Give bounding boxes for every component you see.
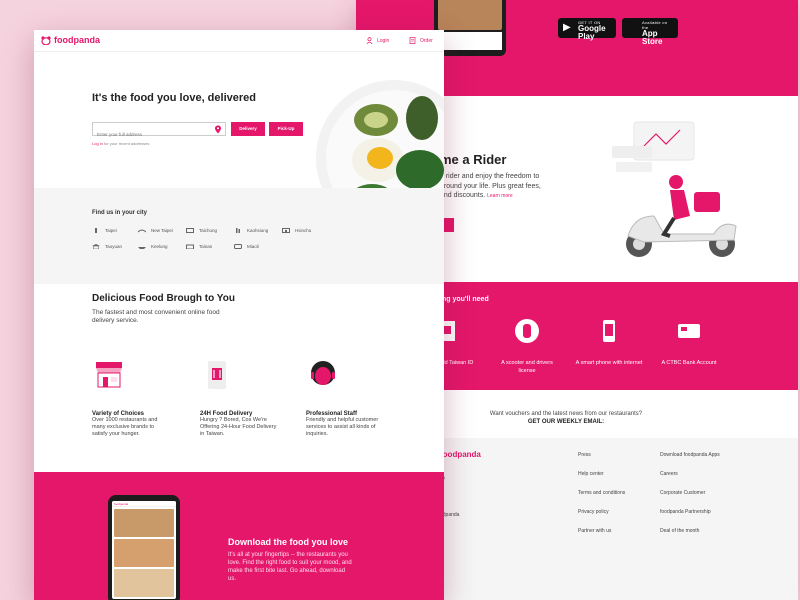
temple-icon (92, 244, 100, 249)
city-section: Find us in your city Taipei New Taipei T… (34, 188, 444, 284)
front-page: foodpanda Login Order It's the food you … (34, 30, 444, 600)
gate-icon (282, 228, 290, 233)
google-play-button[interactable]: ▶ GET IT ON Google Play (558, 18, 616, 41)
smartphone-icon (603, 320, 615, 342)
hero-title: It's the food you love, delivered (92, 92, 256, 104)
app-store-button[interactable]: Available on the App Store (622, 18, 678, 46)
footer-link-privacy[interactable]: Privacy policy (578, 509, 609, 515)
building-icon (186, 228, 194, 233)
user-icon (366, 37, 373, 44)
features-title: Delicious Food Brough to You (92, 293, 235, 304)
city-link-hsinchu[interactable]: Hsinchu (282, 228, 311, 233)
feature-variety: Variety of Choices Over 1000 restaurants… (92, 358, 170, 438)
phone-mockup: foodpanda (108, 495, 180, 600)
hero-section: It's the food you love, delivered Delive… (34, 52, 444, 236)
footer-link-partnership[interactable]: foodpanda Partnership (660, 509, 711, 515)
top-nav: foodpanda Login Order (34, 30, 444, 52)
staff-icon (311, 361, 335, 385)
food-bag-icon (208, 361, 226, 389)
storefront-icon (96, 362, 122, 388)
google-play-icon: ▶ (563, 22, 571, 33)
city-title: Find us in your city (92, 210, 148, 216)
learn-more-link[interactable]: Learn more (487, 193, 513, 199)
feature-staff: Professional Staff Friendly and helpful … (306, 358, 384, 438)
foodpanda-logo[interactable]: foodpanda (41, 35, 100, 45)
city-link-keelung[interactable]: Keelung (138, 244, 168, 249)
need-item-scooter: A scooter and drivers license (492, 318, 562, 375)
city-link-new-taipei[interactable]: New Taipei (138, 228, 173, 233)
phone-food-image (114, 539, 174, 567)
login-note-link[interactable]: Log in (92, 141, 103, 146)
login-button[interactable]: Login (366, 37, 389, 44)
download-section: foodpanda Download the food you love It'… (34, 472, 444, 600)
harbor-icon (138, 247, 146, 249)
fort-icon (186, 244, 194, 249)
scooter-icon (515, 319, 539, 343)
phone-food-image (438, 0, 502, 30)
need-item-bank: A CTBC Bank Account (654, 318, 724, 367)
footer-link-corporate[interactable]: Corporate Customer (660, 490, 705, 496)
city-link-taichung[interactable]: Taichung (186, 228, 217, 233)
order-button[interactable]: Order (409, 37, 433, 44)
tower-icon (236, 228, 240, 233)
bank-card-icon (678, 324, 700, 338)
rider-title: me a Rider (440, 152, 507, 167)
city-link-tainan[interactable]: Tainan (186, 244, 212, 249)
phone-food-image (114, 569, 174, 597)
panda-icon (41, 35, 51, 45)
city-link-miaoli[interactable]: Miaoli (234, 244, 259, 249)
footer-link-deal[interactable]: Deal of the month (660, 528, 699, 534)
address-input[interactable] (93, 128, 211, 141)
footer-link-press[interactable]: Press (578, 452, 591, 458)
pickup-button[interactable]: Pick-Up (269, 122, 303, 136)
footer-link-partner[interactable]: Partner with us (578, 528, 611, 534)
download-desc: It's all at your fingertips -- the resta… (228, 552, 352, 582)
need-item-phone: A smart phone with internet (574, 318, 644, 367)
rider-desc: a rider and enjoy the freedom to around … (440, 173, 541, 199)
rider-scooter-illustration (612, 121, 737, 257)
city-link-taoyuan[interactable]: Taoyuan (92, 244, 122, 249)
footer-link-apps[interactable]: Download foodpanda Apps (660, 452, 720, 458)
landmark-icon (234, 244, 242, 249)
phone-food-image (114, 509, 174, 537)
feature-24h: 24H Food Delivery Hungry ? Bored, Cos We… (200, 358, 278, 438)
footer-link-help[interactable]: Help center (578, 471, 604, 477)
footer-link-careers[interactable]: Careers (660, 471, 678, 477)
phone-mockup (434, 0, 506, 56)
location-pin-icon[interactable] (214, 125, 222, 134)
features-section: Delicious Food Brough to You The fastest… (34, 284, 444, 472)
address-field[interactable] (92, 122, 226, 141)
login-note: Log in for your recent addresses (92, 141, 150, 146)
city-link-taipei[interactable]: Taipei (92, 228, 117, 233)
taipei-101-icon (95, 228, 97, 233)
delivery-button[interactable]: Delivery (231, 122, 265, 136)
footer-brand: foodpanda (440, 450, 481, 459)
receipt-icon (409, 37, 416, 44)
download-title: Download the food you love (228, 537, 348, 547)
city-link-kaohsiung[interactable]: Kaohsiung (234, 228, 268, 233)
bridge-icon (138, 229, 146, 233)
footer-link-terms[interactable]: Terms and conditions (578, 490, 625, 496)
features-subtitle: The fastest and most convenient online f… (92, 309, 220, 324)
